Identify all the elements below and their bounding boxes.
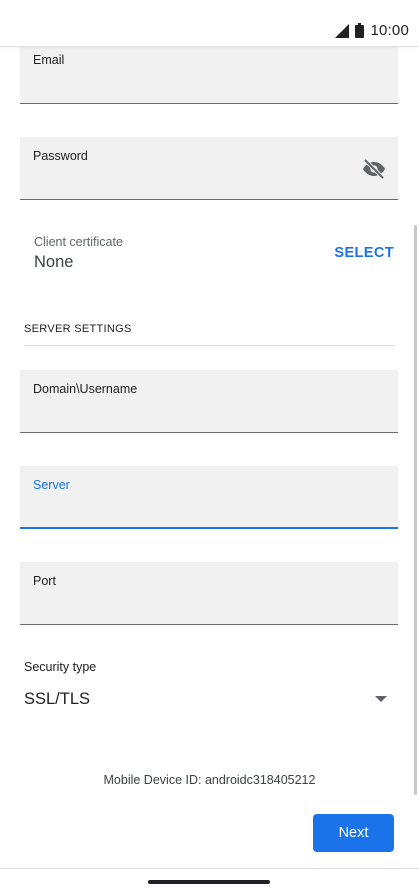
security-type-dropdown[interactable]: SSL/TLS — [20, 676, 395, 720]
battery-icon — [355, 23, 365, 38]
select-certificate-button[interactable]: SELECT — [334, 245, 394, 261]
visibility-off-icon[interactable] — [362, 157, 386, 186]
security-type-value: SSL/TLS — [24, 690, 91, 708]
port-field[interactable]: Port — [20, 562, 398, 625]
domain-username-field-label: Domain\Username — [33, 382, 138, 396]
security-type-label: Security type — [24, 660, 97, 674]
home-gesture-handle[interactable] — [148, 880, 270, 884]
password-field[interactable]: Password — [20, 137, 398, 200]
client-certificate-label: Client certificate — [34, 235, 123, 249]
mobile-device-id: Mobile Device ID: androidc318405212 — [103, 773, 316, 787]
signal-icon — [335, 23, 350, 38]
server-field-label: Server — [33, 478, 70, 492]
status-icons: 10:00 — [335, 22, 409, 39]
email-field[interactable]: Email — [20, 40, 398, 104]
section-divider — [24, 345, 395, 346]
client-certificate-value: None — [34, 253, 74, 271]
server-field[interactable]: Server — [20, 466, 398, 529]
status-time: 10:00 — [370, 22, 409, 39]
email-field-label: Email — [33, 53, 65, 67]
navigation-bar — [0, 868, 419, 895]
server-settings-title: SERVER SETTINGS — [24, 323, 132, 335]
scrollbar[interactable] — [414, 225, 417, 795]
domain-username-field[interactable]: Domain\Username — [20, 370, 398, 433]
password-field-label: Password — [33, 149, 88, 163]
status-bar: 10:00 — [0, 0, 419, 47]
port-field-label: Port — [33, 574, 56, 588]
next-button[interactable]: Next — [313, 814, 394, 852]
dropdown-arrow-icon — [375, 690, 387, 708]
